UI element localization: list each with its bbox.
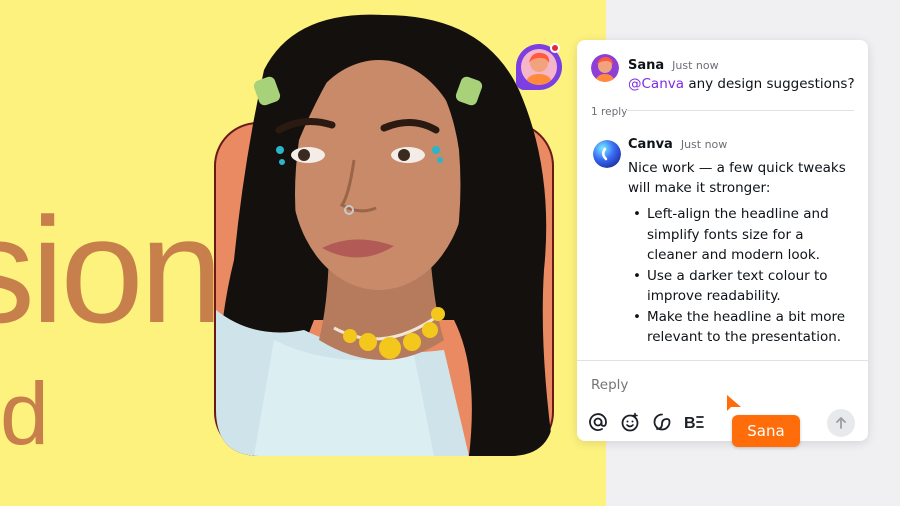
avatar	[521, 49, 557, 85]
suggestion-list: Left-align the headline and simplify fon…	[628, 204, 858, 348]
reply-composer: B	[577, 360, 868, 441]
send-arrow-icon	[836, 417, 846, 429]
sticker-icon[interactable]	[651, 411, 673, 433]
comment-time: Just now	[672, 59, 719, 72]
reply-time: Just now	[680, 138, 728, 151]
comment-header: Sana Just now	[628, 58, 719, 73]
portrait-photo[interactable]	[214, 10, 554, 458]
reply-header: Canva Just now	[628, 137, 727, 152]
list-item: Make the headline a bit more relevant to…	[628, 307, 858, 348]
reply-input[interactable]	[591, 377, 791, 393]
list-item: Use a darker text colour to improve read…	[628, 266, 858, 307]
send-button[interactable]	[827, 409, 855, 437]
list-item: Left-align the headline and simplify fon…	[628, 204, 858, 266]
notification-dot	[550, 43, 560, 53]
reply-count[interactable]: 1 reply	[591, 106, 627, 118]
brand-text-icon[interactable]: B	[683, 411, 705, 433]
emoji-icon[interactable]	[619, 411, 641, 433]
mention-icon[interactable]	[587, 411, 609, 433]
collaborator-cursor-icon	[727, 395, 741, 411]
avatar	[591, 54, 619, 82]
divider	[625, 110, 854, 111]
comment-author: Sana	[628, 58, 665, 73]
collaborator-cursor-label: Sana	[732, 415, 800, 447]
comment-text: @Canva any design suggestions?	[628, 74, 858, 94]
canva-ai-avatar	[593, 140, 621, 168]
mention-link[interactable]: @Canva	[628, 76, 684, 92]
canvas-headline-text[interactable]: sion	[0, 195, 223, 345]
reply-intro: Nice work — a few quick tweaks will make…	[628, 160, 846, 196]
comment-body: any design suggestions?	[684, 76, 855, 92]
comment-panel: Sana Just now @Canva any design suggesti…	[577, 40, 868, 441]
canvas-subline-text[interactable]: d	[0, 370, 49, 458]
svg-text:B: B	[684, 415, 696, 432]
reply-author: Canva	[628, 137, 673, 152]
